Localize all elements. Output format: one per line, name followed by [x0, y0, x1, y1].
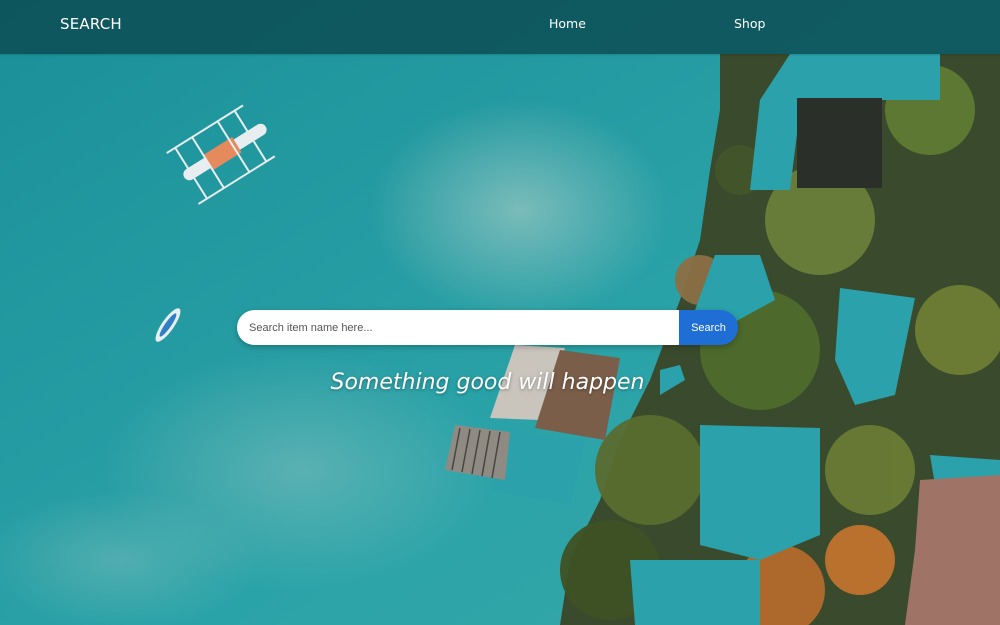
search-input[interactable]: [237, 310, 679, 345]
hero-tagline: Something good will happen: [330, 370, 645, 395]
page: SEARCH Home Shop Search Something good w…: [0, 0, 1000, 625]
brand-logo-text[interactable]: SEARCH: [60, 15, 122, 33]
search-bar: Search: [237, 310, 738, 345]
search-button[interactable]: Search: [679, 310, 738, 345]
nav-link-home[interactable]: Home: [549, 16, 586, 31]
nav-link-shop[interactable]: Shop: [734, 16, 765, 31]
top-navbar: SEARCH Home Shop: [0, 0, 1000, 54]
